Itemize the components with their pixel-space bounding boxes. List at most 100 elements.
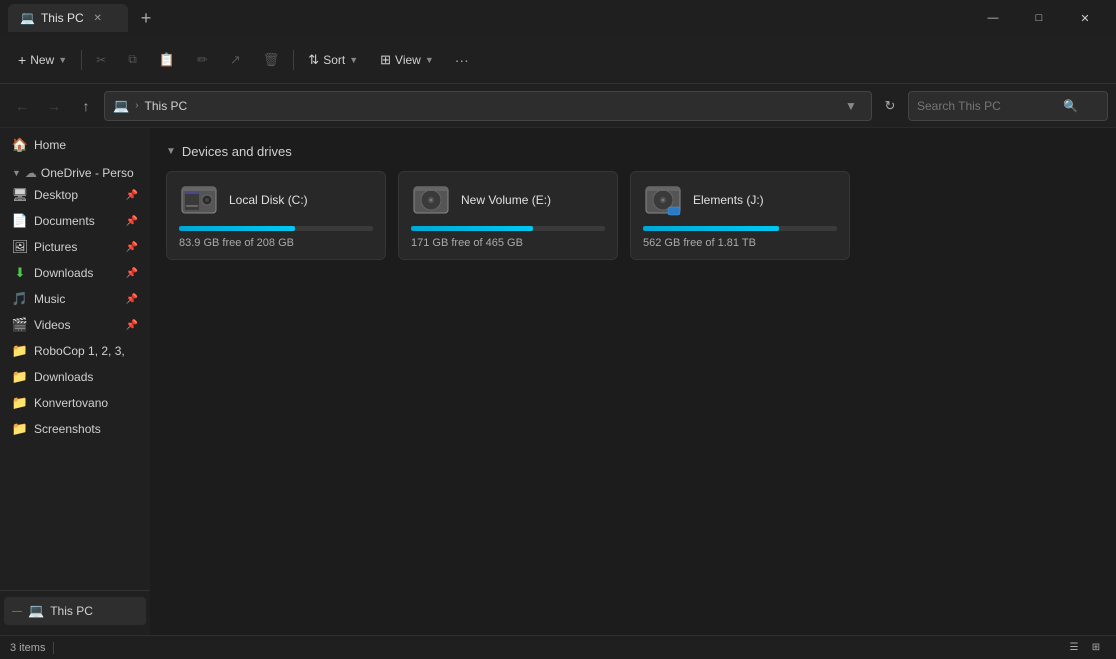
drive-j-icon-wrap bbox=[643, 182, 683, 218]
sidebar-item-screenshots[interactable]: 📁 Screenshots bbox=[4, 417, 146, 441]
sidebar-videos-label: Videos bbox=[34, 318, 120, 332]
list-view-button[interactable]: ☰ bbox=[1064, 638, 1084, 658]
sort-button[interactable]: ⇅ Sort ▼ bbox=[298, 44, 368, 76]
sidebar-item-documents[interactable]: 📄 Documents 📌 bbox=[4, 209, 146, 233]
cut-button[interactable]: ✂ bbox=[86, 44, 116, 76]
sort-icon: ⇅ bbox=[308, 52, 319, 68]
drive-c-info: Local Disk (C:) bbox=[229, 193, 373, 207]
drive-card-e[interactable]: New Volume (E:) 171 GB free of 465 GB bbox=[398, 171, 618, 260]
tab-close-button[interactable]: ✕ bbox=[90, 10, 106, 26]
sidebar-item-home[interactable]: 🏠 Home bbox=[4, 133, 146, 157]
delete-button[interactable]: 🗑 bbox=[253, 44, 290, 76]
sidebar-section-onedrive[interactable]: ▼ ☁ OneDrive - Perso bbox=[4, 160, 146, 182]
sidebar-item-downloads[interactable]: ⬇ Downloads 📌 bbox=[4, 261, 146, 285]
onedrive-chevron-icon: ▼ bbox=[12, 168, 21, 178]
desktop-pin-icon: 📌 bbox=[126, 190, 138, 201]
drive-j-icon bbox=[644, 183, 682, 217]
address-bar[interactable]: 💻 › This PC ▼ bbox=[104, 91, 872, 121]
sidebar: 🏠 Home ▼ ☁ OneDrive - Perso 🖥 Desktop 📌 … bbox=[0, 128, 150, 635]
search-input[interactable] bbox=[917, 99, 1057, 113]
back-icon: ← bbox=[15, 98, 29, 114]
sidebar-documents-label: Documents bbox=[34, 214, 120, 228]
view-label: View bbox=[395, 53, 421, 67]
view-button[interactable]: ⊞ View ▼ bbox=[370, 44, 444, 76]
downloads-pin-icon: 📌 bbox=[126, 268, 138, 279]
delete-icon: 🗑 bbox=[263, 52, 280, 68]
new-icon: + bbox=[18, 52, 26, 68]
copy-button[interactable]: ⧉ bbox=[118, 44, 147, 76]
sidebar-item-downloads2[interactable]: 📁 Downloads bbox=[4, 365, 146, 389]
search-icon: 🔍 bbox=[1063, 99, 1078, 113]
share-icon: ↗ bbox=[230, 52, 241, 68]
this-pc-tab[interactable]: 💻 This PC ✕ bbox=[8, 4, 128, 32]
new-tab-button[interactable]: + bbox=[132, 4, 160, 32]
sidebar-item-konvertovano[interactable]: 📁 Konvertovano bbox=[4, 391, 146, 415]
downloads-icon: ⬇ bbox=[12, 265, 28, 281]
desktop-icon: 🖥 bbox=[12, 187, 28, 203]
more-options-button[interactable]: ··· bbox=[446, 44, 478, 76]
drive-e-progress-fill bbox=[411, 226, 533, 231]
main-area: 🏠 Home ▼ ☁ OneDrive - Perso 🖥 Desktop 📌 … bbox=[0, 128, 1116, 635]
sidebar-item-pictures[interactable]: 🖼 Pictures 📌 bbox=[4, 235, 146, 259]
sidebar-item-desktop[interactable]: 🖥 Desktop 📌 bbox=[4, 183, 146, 207]
more-icon: ··· bbox=[455, 52, 469, 68]
drive-e-icon bbox=[412, 183, 450, 217]
maximize-button[interactable]: □ bbox=[1016, 0, 1062, 36]
sidebar-music-label: Music bbox=[34, 292, 120, 306]
up-icon: ↑ bbox=[83, 98, 90, 114]
sidebar-item-this-pc[interactable]: — 💻 This PC bbox=[4, 597, 146, 625]
address-dropdown-button[interactable]: ▼ bbox=[839, 94, 863, 118]
sidebar-item-videos[interactable]: 🎬 Videos 📌 bbox=[4, 313, 146, 337]
status-separator bbox=[53, 642, 54, 654]
share-button[interactable]: ↗ bbox=[220, 44, 251, 76]
drive-j-name: Elements (J:) bbox=[693, 193, 837, 207]
status-bar: 3 items ☰ ⊞ bbox=[0, 635, 1116, 659]
section-title: Devices and drives bbox=[182, 144, 292, 159]
sidebar-this-pc-label: This PC bbox=[50, 604, 93, 618]
home-icon: 🏠 bbox=[12, 137, 28, 153]
drive-e-name: New Volume (E:) bbox=[461, 193, 605, 207]
drive-card-e-top: New Volume (E:) bbox=[411, 182, 605, 218]
sort-label: Sort bbox=[323, 53, 345, 67]
tab-area: 💻 This PC ✕ + bbox=[8, 4, 970, 32]
copy-icon: ⧉ bbox=[128, 52, 137, 67]
drive-c-icon bbox=[180, 183, 218, 217]
forward-button[interactable]: → bbox=[40, 92, 68, 120]
music-pin-icon: 📌 bbox=[126, 294, 138, 305]
address-label: This PC bbox=[145, 99, 188, 113]
downloads2-folder-icon: 📁 bbox=[12, 369, 28, 385]
sidebar-downloads-label: Downloads bbox=[34, 266, 120, 280]
sort-chevron-icon: ▼ bbox=[349, 55, 358, 65]
up-button[interactable]: ↑ bbox=[72, 92, 100, 120]
drive-j-free: 562 GB free of 1.81 TB bbox=[643, 237, 837, 249]
sidebar-item-robocop[interactable]: 📁 RoboCop 1, 2, 3, bbox=[4, 339, 146, 363]
this-pc-toggle-icon: — bbox=[12, 606, 22, 617]
sidebar-pictures-label: Pictures bbox=[34, 240, 120, 254]
minimize-button[interactable]: — bbox=[970, 0, 1016, 36]
documents-pin-icon: 📌 bbox=[126, 216, 138, 227]
videos-pin-icon: 📌 bbox=[126, 320, 138, 331]
drive-card-c[interactable]: Local Disk (C:) 83.9 GB free of 208 GB bbox=[166, 171, 386, 260]
drive-card-j[interactable]: Elements (J:) 562 GB free of 1.81 TB bbox=[630, 171, 850, 260]
sidebar-konvertovano-label: Konvertovano bbox=[34, 396, 138, 410]
paste-icon: 📋 bbox=[159, 52, 175, 68]
sidebar-home-label: Home bbox=[34, 138, 138, 152]
screenshots-folder-icon: 📁 bbox=[12, 421, 28, 437]
drive-c-progress-bar bbox=[179, 226, 373, 231]
rename-button[interactable]: ✏ bbox=[187, 44, 218, 76]
section-toggle-icon[interactable]: ▼ bbox=[166, 146, 176, 157]
sidebar-item-music[interactable]: 🎵 Music 📌 bbox=[4, 287, 146, 311]
paste-button[interactable]: 📋 bbox=[149, 44, 185, 76]
refresh-button[interactable]: ↻ bbox=[876, 92, 904, 120]
close-button[interactable]: ✕ bbox=[1062, 0, 1108, 36]
new-button[interactable]: + New ▼ bbox=[8, 44, 77, 76]
toolbar-separator-2 bbox=[293, 50, 294, 70]
back-button[interactable]: ← bbox=[8, 92, 36, 120]
grid-view-button[interactable]: ⊞ bbox=[1086, 638, 1106, 658]
rename-icon: ✏ bbox=[197, 52, 208, 68]
cut-icon: ✂ bbox=[96, 53, 106, 67]
status-view-buttons: ☰ ⊞ bbox=[1064, 638, 1106, 658]
drive-c-free: 83.9 GB free of 208 GB bbox=[179, 237, 373, 249]
search-box[interactable]: 🔍 bbox=[908, 91, 1108, 121]
videos-icon: 🎬 bbox=[12, 317, 28, 333]
